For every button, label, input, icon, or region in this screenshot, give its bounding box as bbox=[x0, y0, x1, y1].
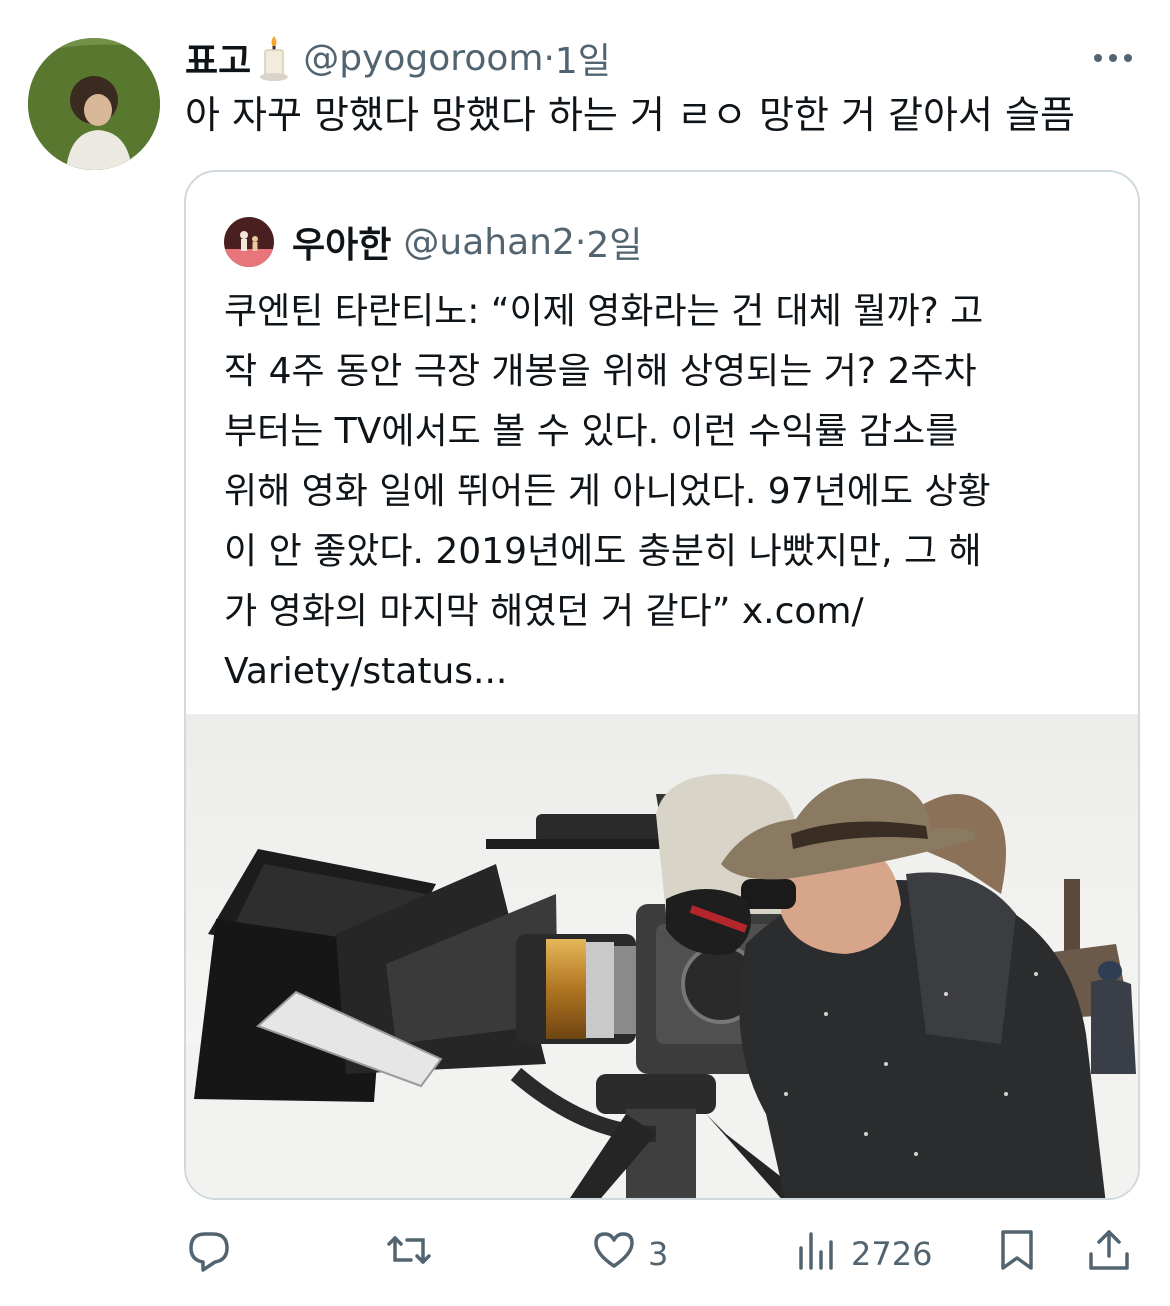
tweet-time[interactable]: 1일 bbox=[555, 32, 611, 84]
like-button[interactable]: 3 bbox=[590, 1222, 668, 1286]
action-bar: 3 2726 bbox=[185, 1222, 1145, 1286]
bookmark-icon bbox=[993, 1226, 1041, 1282]
share-icon bbox=[1085, 1226, 1133, 1282]
quoted-tweet[interactable]: 우아한 @uahan2 · 2일 쿠엔틴 타란티노: “이제 영화라는 건 대체… bbox=[184, 170, 1140, 1200]
quoted-author-handle[interactable]: @uahan2 bbox=[403, 222, 574, 263]
quoted-time[interactable]: 2일 bbox=[586, 216, 642, 268]
quoted-text-line: 쿠엔틴 타란티노: “이제 영화라는 건 대체 뭘까? 고 bbox=[224, 291, 984, 332]
separator-dot: · bbox=[543, 37, 555, 79]
quoted-avatar[interactable] bbox=[224, 217, 274, 267]
quoted-header: 우아한 @uahan2 · 2일 bbox=[224, 212, 642, 272]
quoted-text-line: 부터는 TV에서도 볼 수 있다. 이런 수익률 감소를 bbox=[224, 411, 959, 452]
views-icon bbox=[793, 1226, 841, 1282]
tweet-text: 아 자꾸 망했다 망했다 하는 거 ㄹㅇ 망한 거 같아서 슬픔 bbox=[185, 93, 1075, 137]
author-avatar[interactable] bbox=[28, 38, 160, 170]
retweet-button[interactable] bbox=[385, 1222, 443, 1286]
reply-icon bbox=[185, 1226, 233, 1282]
reply-button[interactable] bbox=[185, 1222, 243, 1286]
quoted-text-line: 작 4주 동안 극장 개봉을 위해 상영되는 거? 2주차 bbox=[224, 351, 977, 392]
views-button[interactable]: 2726 bbox=[793, 1222, 932, 1286]
retweet-icon bbox=[385, 1226, 433, 1282]
more-icon[interactable] bbox=[1090, 46, 1136, 70]
quoted-text-line: 이 안 좋았다. 2019년에도 충분히 나빴지만, 그 해 bbox=[224, 531, 982, 572]
quoted-text: 쿠엔틴 타란티노: “이제 영화라는 건 대체 뭘까? 고 작 4주 동안 극장… bbox=[224, 282, 1114, 702]
tweet-header: 표고 @pyogoroom · 1일 bbox=[185, 30, 1150, 86]
share-button[interactable] bbox=[1085, 1222, 1133, 1286]
view-count: 2726 bbox=[851, 1235, 933, 1273]
separator-dot: · bbox=[574, 221, 587, 263]
author-name[interactable]: 표고 bbox=[185, 32, 251, 84]
quoted-author-name[interactable]: 우아한 bbox=[292, 216, 391, 268]
author-handle[interactable]: @pyogoroom bbox=[303, 38, 543, 79]
heart-icon bbox=[590, 1226, 638, 1282]
quoted-text-line: 가 영화의 마지막 해였던 거 같다” x.com/ bbox=[224, 591, 864, 632]
quoted-photo[interactable] bbox=[186, 714, 1138, 1198]
quoted-text-line: 위해 영화 일에 뛰어든 게 아니었다. 97년에도 상황 bbox=[224, 471, 991, 512]
bookmark-button[interactable] bbox=[993, 1222, 1041, 1286]
candle-icon bbox=[257, 34, 291, 82]
quoted-text-line: Variety/status... bbox=[224, 651, 508, 692]
like-count: 3 bbox=[648, 1235, 669, 1273]
